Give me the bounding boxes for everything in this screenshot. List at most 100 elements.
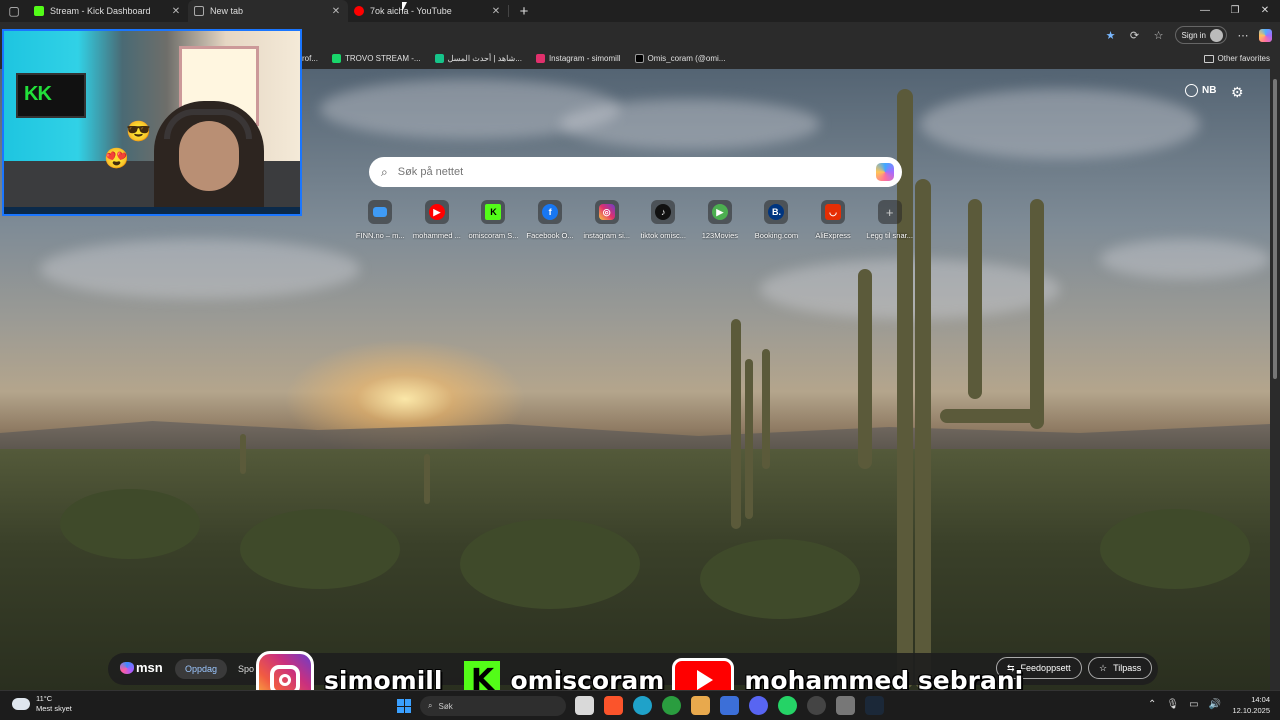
taskbar-search-label: Søk bbox=[438, 701, 453, 711]
app-icon[interactable] bbox=[691, 696, 710, 715]
quick-link-tile: ♪ bbox=[651, 200, 676, 224]
search-input[interactable] bbox=[397, 166, 866, 178]
kick-icon bbox=[34, 6, 44, 16]
favorite-item-shahid[interactable]: شاهد | أحدث المسل... bbox=[434, 54, 522, 63]
quick-link-tiktok[interactable]: ♪ tiktok omisc... bbox=[635, 200, 692, 240]
customize-button[interactable]: ☆ Tilpass bbox=[1088, 657, 1153, 679]
newtab-icon bbox=[194, 6, 204, 16]
msn-butterfly-icon bbox=[120, 661, 134, 674]
edge-icon[interactable] bbox=[633, 696, 652, 715]
weather-widget[interactable]: 11°C Mest skyet bbox=[12, 694, 72, 714]
clock[interactable]: 14:04 12.10.2025 bbox=[1224, 694, 1270, 716]
xbox-icon[interactable] bbox=[662, 696, 681, 715]
quick-link-123movies[interactable]: ▶ 123Movies bbox=[692, 200, 749, 240]
close-icon[interactable]: ✕ bbox=[170, 6, 182, 17]
msn-logo[interactable]: msn bbox=[120, 660, 163, 675]
quick-link-tile bbox=[368, 200, 393, 224]
quick-link-label: AliExpress bbox=[815, 231, 851, 240]
favorite-label: TROVO STREAM -... bbox=[345, 54, 421, 63]
discord-icon[interactable] bbox=[749, 696, 768, 715]
cloud bbox=[1100, 239, 1270, 279]
quick-link-tile: ▶ bbox=[424, 200, 449, 224]
favorites-icon[interactable]: ☆ bbox=[1151, 29, 1167, 42]
windows-start-icon[interactable] bbox=[397, 699, 411, 713]
copilot-icon[interactable] bbox=[876, 163, 894, 181]
shahid-icon bbox=[434, 54, 444, 63]
quick-link-youtube[interactable]: ▶ mohammed ... bbox=[409, 200, 466, 240]
customize-label: Tilpass bbox=[1113, 663, 1142, 673]
quick-link-label: Legg til snar... bbox=[866, 231, 913, 240]
volume-icon[interactable]: 🔊 bbox=[1209, 699, 1221, 710]
new-tab-button[interactable]: + bbox=[513, 3, 535, 20]
close-icon[interactable]: ✕ bbox=[330, 6, 342, 17]
other-favorites-label: Other favorites bbox=[1217, 54, 1270, 63]
sign-in-button[interactable]: Sign in bbox=[1174, 26, 1227, 44]
quick-link-finn[interactable]: FINN.no – m... bbox=[352, 200, 409, 240]
quick-link-tile: f bbox=[538, 200, 563, 224]
youtube-icon bbox=[354, 6, 364, 16]
star-favorite-icon[interactable]: ★ bbox=[1103, 29, 1119, 42]
tab-strip: ▢ Stream - Kick Dashboard ✕ New tab ✕ 7o… bbox=[0, 0, 1280, 22]
taskbar-search[interactable]: ⌕ Søk bbox=[420, 696, 566, 716]
cactus-arm bbox=[940, 409, 1040, 423]
tab-divider bbox=[508, 5, 509, 17]
tab-actions-icon[interactable]: ▢ bbox=[0, 0, 28, 22]
quick-link-facebook[interactable]: f Facebook O... bbox=[522, 200, 579, 240]
steam-icon[interactable] bbox=[865, 696, 884, 715]
favorite-item[interactable]: rof... bbox=[302, 54, 318, 63]
weather-text: 11°C Mest skyet bbox=[36, 694, 72, 714]
clock-date: 12.10.2025 bbox=[1232, 706, 1270, 715]
chevron-up-icon[interactable]: ⌃ bbox=[1148, 699, 1156, 710]
language-selector[interactable]: NB bbox=[1185, 84, 1216, 97]
whatsapp-icon[interactable] bbox=[778, 696, 797, 715]
youtube-icon: ▶ bbox=[428, 204, 445, 220]
other-favorites[interactable]: Other favorites bbox=[1203, 48, 1270, 69]
quick-link-label: tiktok omisc... bbox=[640, 231, 686, 240]
search-icon: ⌕ bbox=[381, 164, 388, 179]
headphones bbox=[164, 109, 252, 139]
msn-tab-oppdag[interactable]: Oppdag bbox=[175, 659, 228, 679]
booking-icon: B. bbox=[768, 204, 785, 220]
tab-kick-dashboard[interactable]: Stream - Kick Dashboard ✕ bbox=[28, 0, 188, 22]
web-search-box[interactable]: ⌕ bbox=[369, 157, 902, 187]
quick-link-label: Booking.com bbox=[754, 231, 799, 240]
settings-icon[interactable] bbox=[836, 696, 855, 715]
favorite-item-instagram[interactable]: Instagram - simomill bbox=[535, 54, 621, 63]
cactus-arm bbox=[968, 199, 982, 399]
aliexpress-icon: ◡ bbox=[825, 204, 842, 220]
windows-taskbar: 11°C Mest skyet ⌕ Søk ⌃ 🎙 ▭ 🔊 14:04 12.1… bbox=[0, 690, 1280, 720]
page-scrollbar[interactable] bbox=[1270, 69, 1280, 690]
more-menu-icon[interactable]: ⋯ bbox=[1235, 29, 1251, 42]
minimize-icon[interactable]: — bbox=[1190, 0, 1220, 22]
file-explorer-icon[interactable] bbox=[575, 696, 594, 715]
taskbar-apps bbox=[575, 696, 884, 715]
quick-link-add[interactable]: + Legg til snar... bbox=[861, 200, 918, 240]
quick-link-instagram[interactable]: ◎ instagram si... bbox=[578, 200, 635, 240]
obs-icon[interactable] bbox=[807, 696, 826, 715]
brave-icon[interactable] bbox=[604, 696, 623, 715]
store-icon[interactable] bbox=[720, 696, 739, 715]
quick-link-tile: + bbox=[877, 200, 902, 224]
folder-icon bbox=[1203, 54, 1214, 63]
tab-new-tab[interactable]: New tab ✕ bbox=[188, 0, 348, 22]
instagram-icon bbox=[535, 54, 545, 63]
favorite-item-tiktok[interactable]: Omis_coram (@omi... bbox=[634, 54, 725, 63]
quick-link-aliexpress[interactable]: ◡ AliExpress bbox=[805, 200, 862, 240]
quick-link-booking[interactable]: B. Booking.com bbox=[748, 200, 805, 240]
system-tray: ⌃ 🎙 ▭ 🔊 bbox=[1148, 699, 1221, 710]
copilot-icon[interactable] bbox=[1259, 28, 1272, 42]
network-icon[interactable]: ▭ bbox=[1189, 699, 1198, 710]
tab-youtube[interactable]: 7ok aicha - YouTube ✕ bbox=[348, 0, 508, 22]
scrollbar-thumb[interactable] bbox=[1273, 79, 1277, 379]
cloud bbox=[40, 239, 360, 299]
quick-link-kick[interactable]: K omiscoram S... bbox=[465, 200, 522, 240]
plus-icon: + bbox=[885, 204, 894, 220]
close-window-icon[interactable]: ✕ bbox=[1250, 0, 1280, 22]
extensions-icon[interactable]: ⟳ bbox=[1127, 29, 1143, 42]
gear-icon[interactable]: ⚙ bbox=[1231, 84, 1244, 101]
favorite-item-trovo[interactable]: TROVO STREAM -... bbox=[332, 54, 421, 63]
close-icon[interactable]: ✕ bbox=[490, 6, 502, 17]
quick-link-tile: B. bbox=[764, 200, 789, 224]
maximize-icon[interactable]: ❐ bbox=[1220, 0, 1250, 22]
microphone-icon[interactable]: 🎙 bbox=[1166, 699, 1179, 710]
